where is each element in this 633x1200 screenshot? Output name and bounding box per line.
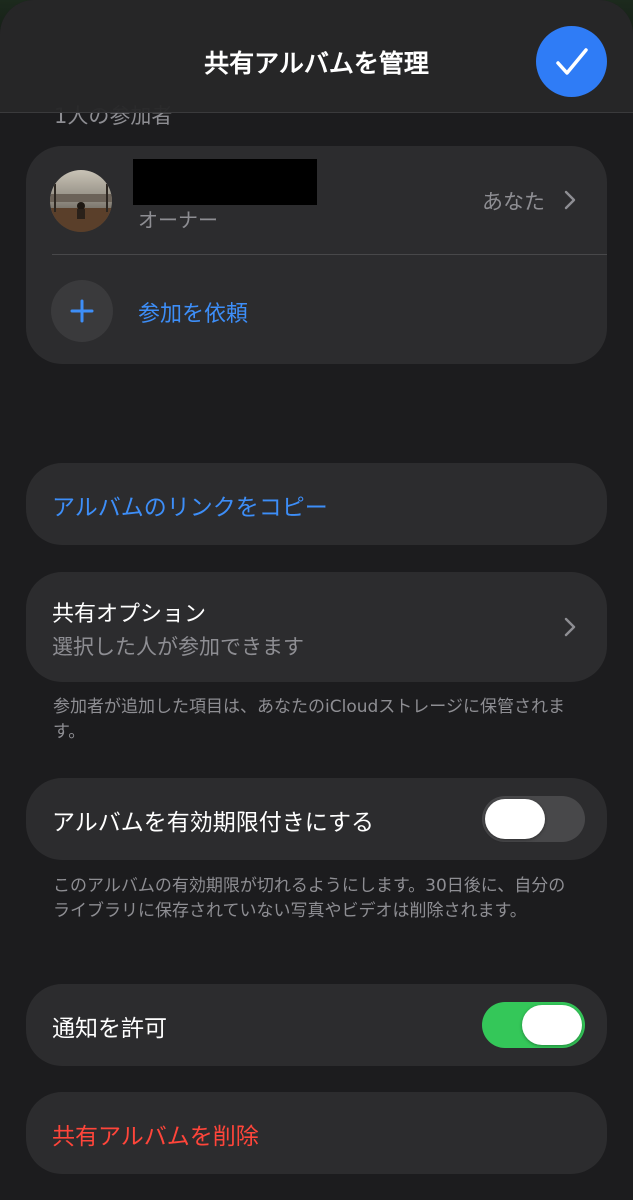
notifications-label: 通知を許可 [52, 1016, 167, 1042]
share-options-row[interactable]: 共有オプション 選択した人が参加できます [26, 572, 607, 682]
invite-participant-button[interactable]: 参加を依頼 [26, 256, 607, 360]
notifications-row: 通知を許可 [26, 984, 607, 1066]
manage-shared-album-sheet: 共有アルバムを管理 1人の参加者 オーナー あなた 参加を依頼 アルバムのリンク… [0, 0, 633, 1200]
avatar [50, 170, 112, 232]
divider [52, 254, 607, 255]
share-options-title: 共有オプション [52, 602, 207, 627]
expiration-label: アルバムを有効期限付きにする [52, 810, 374, 836]
copy-link-label: アルバムのリンクをコピー [52, 495, 328, 521]
self-label: あなた [482, 190, 545, 214]
owner-name-redacted [133, 159, 317, 205]
expiration-toggle[interactable] [482, 796, 585, 842]
expiration-row: アルバムを有効期限付きにする [26, 778, 607, 860]
toggle-knob [485, 799, 545, 839]
delete-shared-album-button[interactable]: 共有アルバムを削除 [26, 1092, 607, 1174]
notifications-toggle[interactable] [482, 1002, 585, 1048]
copy-album-link-button[interactable]: アルバムのリンクをコピー [26, 463, 607, 545]
chevron-right-icon [564, 617, 576, 637]
done-button[interactable] [536, 26, 607, 97]
plus-icon [51, 280, 113, 342]
chevron-right-icon [564, 190, 576, 210]
navigation-bar: 共有アルバムを管理 [0, 0, 633, 113]
toggle-knob [522, 1005, 582, 1045]
participant-row-owner[interactable]: オーナー あなた [26, 146, 607, 254]
participants-card: オーナー あなた 参加を依頼 [26, 146, 607, 364]
checkmark-icon [555, 47, 588, 75]
owner-role-label: オーナー [138, 208, 218, 232]
share-options-subtitle: 選択した人が参加できます [52, 635, 304, 659]
share-options-footnote: 参加者が追加した項目は、あなたのiCloudストレージに保管されます。 [53, 697, 565, 742]
invite-label: 参加を依頼 [138, 302, 249, 327]
expiration-footnote: このアルバムの有効期限が切れるようにします。30日後に、自分のライブラリに保存さ… [53, 876, 566, 921]
delete-label: 共有アルバムを削除 [52, 1124, 259, 1150]
